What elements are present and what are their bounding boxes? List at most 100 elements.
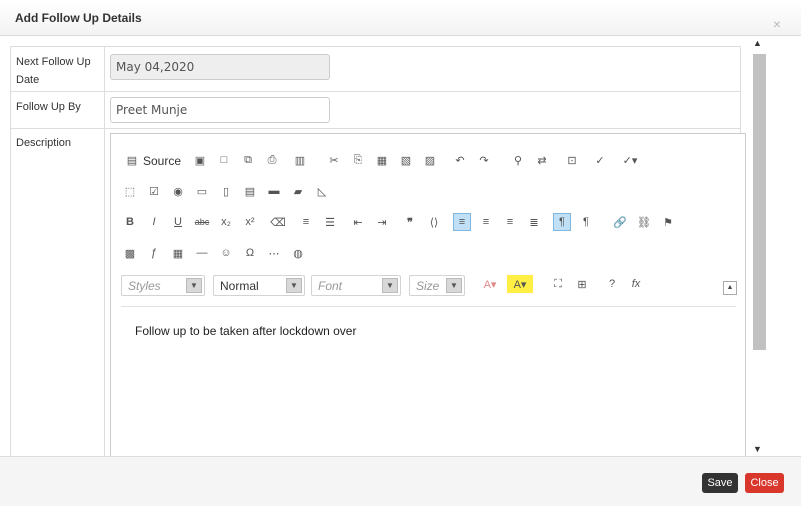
underline-icon[interactable]: U — [169, 213, 187, 231]
source-button[interactable]: Source — [143, 154, 181, 168]
align-center-icon[interactable]: ≡ — [477, 213, 495, 231]
description-label: Description — [16, 137, 72, 149]
blockquote-icon[interactable]: ❞ — [401, 213, 419, 231]
select-field-icon[interactable]: ▤ — [241, 182, 259, 200]
size-dropdown[interactable]: Size ▼ — [409, 275, 465, 296]
chevron-down-icon: ▼ — [446, 278, 462, 293]
chevron-down-icon: ▼ — [186, 278, 202, 293]
preview-icon[interactable]: ⧉ — [239, 151, 257, 169]
horizontal-line-icon[interactable]: ― — [193, 244, 211, 262]
paste-word-icon[interactable]: ▨ — [421, 151, 439, 169]
editor-toolbar: ▤ Source ▣ □ ⧉ ⎙ ▥ ✂ ⎘ ▦ ▧ ▨ ↶ ↷ ⚲ ⇄ ⊡ ✓… — [121, 134, 736, 307]
cut-icon[interactable]: ✂ — [325, 151, 343, 169]
styles-dropdown[interactable]: Styles ▼ — [121, 275, 205, 296]
toolbar-row-1: ▤ Source ▣ □ ⧉ ⎙ ▥ ✂ ⎘ ▦ ▧ ▨ ↶ ↷ ⚲ ⇄ ⊡ ✓… — [121, 149, 736, 173]
redo-icon[interactable]: ↷ — [475, 151, 493, 169]
text-direction-ltr-icon[interactable]: ¶ — [553, 213, 571, 231]
chevron-down-icon: ▼ — [286, 278, 302, 293]
page-break-icon[interactable]: ⋯ — [265, 244, 283, 262]
collapse-toolbar-icon[interactable]: ▲ — [723, 281, 737, 295]
special-char-icon[interactable]: Ω — [241, 244, 259, 262]
iframe-icon[interactable]: ◍ — [289, 244, 307, 262]
scroll-down-icon[interactable]: ▼ — [753, 444, 762, 454]
form-icon[interactable]: ⬚ — [121, 182, 139, 200]
scroll-up-icon[interactable]: ▲ — [753, 38, 762, 48]
show-blocks-icon[interactable]: ⊞ — [573, 275, 591, 293]
spellcheck-icon[interactable]: ✓ — [591, 151, 609, 169]
remove-format-icon[interactable]: ⌫ — [269, 213, 287, 231]
background-color-icon[interactable]: A▾ — [507, 275, 533, 293]
decrease-indent-icon[interactable]: ⇤ — [349, 213, 367, 231]
scrollbar[interactable]: ▲ ▼ — [751, 36, 767, 456]
save-doc-icon[interactable]: ▣ — [191, 151, 209, 169]
superscript-icon[interactable]: x² — [241, 213, 259, 231]
next-follow-up-label-line1: Next Follow Up — [16, 56, 91, 68]
modal-title: Add Follow Up Details — [15, 11, 142, 25]
link-icon[interactable]: 🔗 — [611, 213, 629, 231]
justify-icon[interactable]: ≣ — [525, 213, 543, 231]
math-formula-icon[interactable]: fx — [627, 275, 645, 293]
div-container-icon[interactable]: ⟨⟩ — [425, 213, 443, 231]
table-icon[interactable]: ▦ — [169, 244, 187, 262]
font-dropdown[interactable]: Font ▼ — [311, 275, 401, 296]
anchor-icon[interactable]: ⚑ — [659, 213, 677, 231]
undo-icon[interactable]: ↶ — [451, 151, 469, 169]
modal-header: Add Follow Up Details × — [0, 0, 801, 36]
about-icon[interactable]: ? — [603, 275, 621, 293]
toolbar-row-3: B I U abc x₂ x² ⌫ ≡ ☰ ⇤ ⇥ ❞ ⟨⟩ ≡ ≡ ≡ ≣ ¶… — [121, 211, 736, 235]
flash-icon[interactable]: ƒ — [145, 244, 163, 262]
maximize-icon[interactable]: ⛶ — [549, 275, 567, 293]
hidden-field-icon[interactable]: ◺ — [313, 182, 331, 200]
font-label: Font — [318, 279, 343, 293]
image-button-icon[interactable]: ▰ — [289, 182, 307, 200]
editor-content[interactable]: Follow up to be taken after lockdown ove… — [135, 324, 356, 338]
follow-up-by-field[interactable]: Preet Munje — [110, 97, 330, 123]
increase-indent-icon[interactable]: ⇥ — [373, 213, 391, 231]
toolbar-row-4: ▩ ƒ ▦ ― ☺ Ω ⋯ ◍ — [121, 242, 736, 266]
bulleted-list-icon[interactable]: ☰ — [321, 213, 339, 231]
subscript-icon[interactable]: x₂ — [217, 213, 235, 231]
image-icon[interactable]: ▩ — [121, 244, 139, 262]
templates-icon[interactable]: ▥ — [291, 151, 309, 169]
button-field-icon[interactable]: ▬ — [265, 182, 283, 200]
scrollbar-thumb[interactable] — [753, 54, 766, 350]
next-follow-up-date-field[interactable]: May 04,2020 — [110, 54, 330, 80]
unlink-icon[interactable]: ⛓ — [635, 213, 653, 231]
chevron-down-icon: ▼ — [382, 278, 398, 293]
spellcheck-as-you-type-icon[interactable]: ✓▾ — [617, 151, 643, 169]
align-right-icon[interactable]: ≡ — [501, 213, 519, 231]
size-label: Size — [416, 279, 440, 293]
close-button[interactable]: Close — [745, 473, 784, 493]
smiley-icon[interactable]: ☺ — [217, 244, 235, 262]
find-icon[interactable]: ⚲ — [509, 151, 527, 169]
align-left-icon[interactable]: ≡ — [453, 213, 471, 231]
text-field-icon[interactable]: ▭ — [193, 182, 211, 200]
select-all-icon[interactable]: ⊡ — [563, 151, 581, 169]
close-icon[interactable]: × — [773, 16, 781, 32]
print-icon[interactable]: ⎙ — [263, 151, 281, 169]
modal-footer: Save Close — [0, 456, 801, 506]
toolbar-row-2: ⬚ ☑ ◉ ▭ ▯ ▤ ▬ ▰ ◺ — [121, 180, 736, 204]
paste-icon[interactable]: ▦ — [373, 151, 391, 169]
copy-icon[interactable]: ⎘ — [349, 151, 367, 169]
textarea-icon[interactable]: ▯ — [217, 182, 235, 200]
checkbox-icon[interactable]: ☑ — [145, 182, 163, 200]
row-next-follow-up: Next Follow Up Date May 04,2020 — [11, 47, 740, 92]
text-direction-rtl-icon[interactable]: ¶ — [577, 213, 595, 231]
rich-text-editor: ▤ Source ▣ □ ⧉ ⎙ ▥ ✂ ⎘ ▦ ▧ ▨ ↶ ↷ ⚲ ⇄ ⊡ ✓… — [110, 133, 746, 456]
format-dropdown[interactable]: Normal ▼ — [213, 275, 305, 296]
save-button[interactable]: Save — [702, 473, 738, 493]
new-page-icon[interactable]: □ — [215, 151, 233, 169]
radio-icon[interactable]: ◉ — [169, 182, 187, 200]
styles-label: Styles — [128, 279, 161, 293]
numbered-list-icon[interactable]: ≡ — [297, 213, 315, 231]
text-color-icon[interactable]: A▾ — [477, 275, 503, 293]
italic-icon[interactable]: I — [145, 213, 163, 231]
replace-icon[interactable]: ⇄ — [533, 151, 551, 169]
format-label: Normal — [220, 279, 259, 293]
follow-up-by-label: Follow Up By — [16, 101, 81, 113]
paste-text-icon[interactable]: ▧ — [397, 151, 415, 169]
bold-icon[interactable]: B — [121, 213, 139, 231]
source-icon[interactable]: ▤ — [123, 151, 141, 169]
strikethrough-icon[interactable]: abc — [193, 213, 211, 231]
